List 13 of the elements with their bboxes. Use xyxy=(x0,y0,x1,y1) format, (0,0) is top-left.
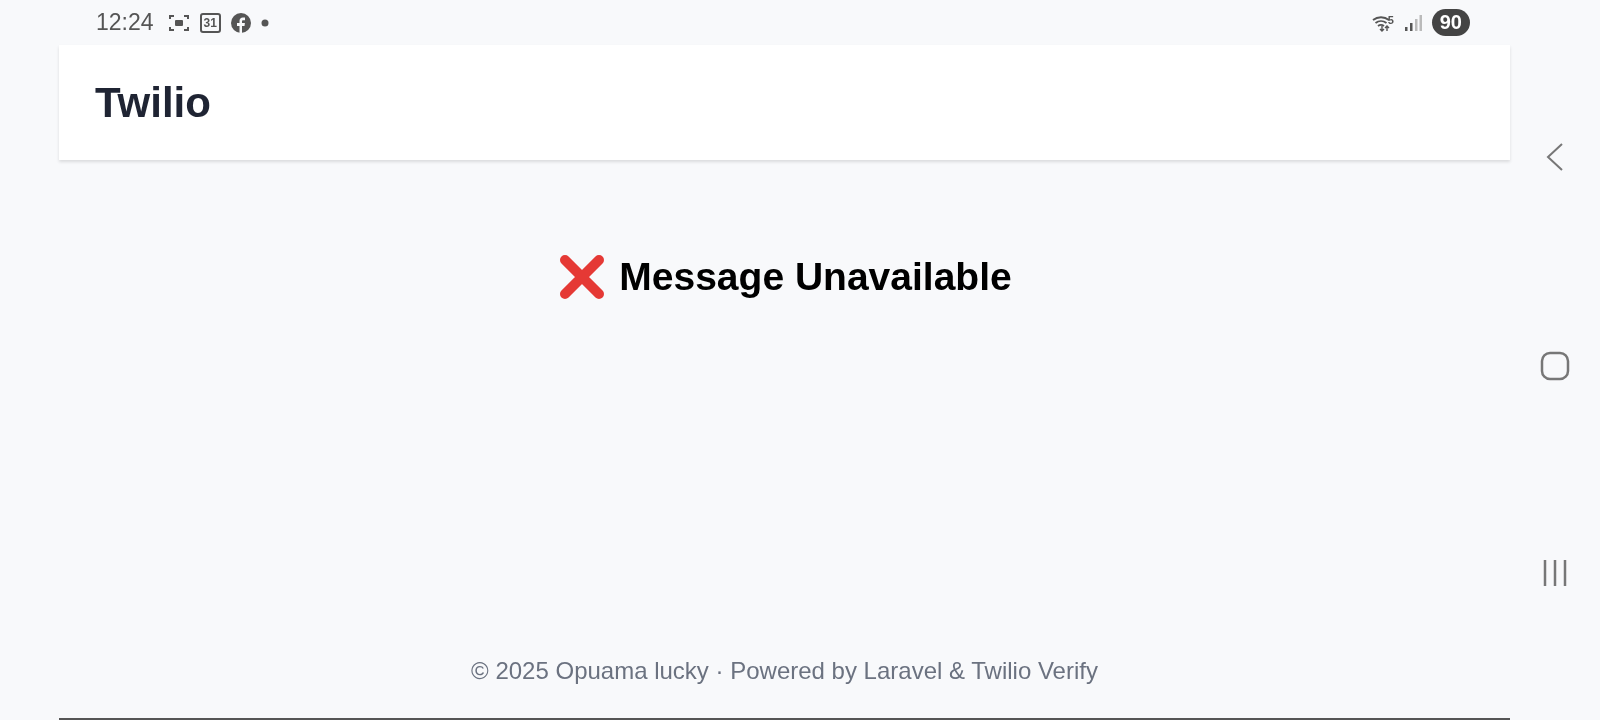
facebook-icon xyxy=(230,12,251,33)
status-time: 12:24 xyxy=(96,9,154,36)
message-title: Message Unavailable xyxy=(619,255,1012,299)
calendar-icon: 31 xyxy=(199,12,221,33)
home-icon[interactable] xyxy=(1540,350,1570,381)
app-title: Twilio xyxy=(95,78,211,127)
battery-indicator: 90 xyxy=(1431,9,1470,36)
screenshot-icon xyxy=(167,12,190,33)
notification-dot-icon xyxy=(260,18,269,27)
footer-text: © 2025 Opuama lucky · Powered by Laravel & Twilio Verify xyxy=(471,657,1098,684)
signal-icon xyxy=(1403,14,1422,31)
recent-apps-icon[interactable] xyxy=(1541,559,1569,587)
back-icon[interactable] xyxy=(1545,142,1565,172)
